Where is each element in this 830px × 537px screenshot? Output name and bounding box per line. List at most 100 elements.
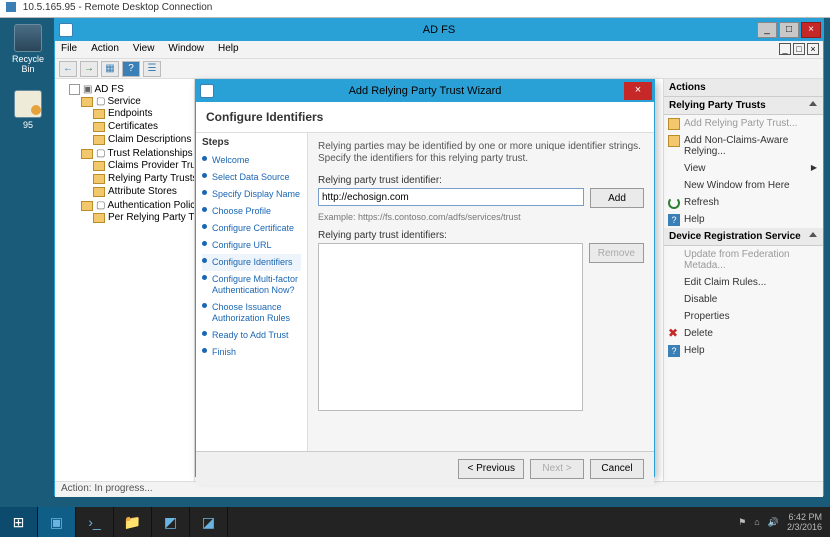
nav-fwd-button[interactable]: → bbox=[80, 61, 98, 77]
identifier-input[interactable] bbox=[318, 188, 584, 206]
desktop-mail-shortcut[interactable]: 95 bbox=[6, 90, 50, 130]
recycle-bin-label: Recycle Bin bbox=[6, 54, 50, 74]
step-welcome[interactable]: Welcome bbox=[202, 152, 301, 169]
minimize-button[interactable]: _ bbox=[757, 22, 777, 38]
delete-icon: ✖ bbox=[668, 328, 680, 340]
taskbar: ⊞ ▣ ›_ 📁 ◩ ◪ ⚑ ⌂ 🔊 6:42 PM 2/3/2016 bbox=[0, 507, 830, 537]
wizard-heading: Configure Identifiers bbox=[196, 102, 654, 133]
clock[interactable]: 6:42 PM 2/3/2016 bbox=[787, 512, 822, 532]
rdp-titlebar: 10.5.165.95 - Remote Desktop Connection bbox=[0, 0, 830, 18]
step-configure-mfa[interactable]: Configure Multi-factor Authentication No… bbox=[202, 271, 301, 299]
step-select-data-source[interactable]: Select Data Source bbox=[202, 169, 301, 186]
menu-view[interactable]: View bbox=[133, 43, 155, 56]
help-icon: ? bbox=[668, 345, 680, 357]
toolbar-list-button[interactable]: ☰ bbox=[143, 61, 161, 77]
action-view[interactable]: View bbox=[664, 160, 823, 177]
taskbar-powershell[interactable]: ›_ bbox=[76, 507, 114, 537]
step-configure-identifiers[interactable]: Configure Identifiers bbox=[202, 254, 301, 271]
tree-per-rp[interactable]: Per Relying Party Trust bbox=[108, 212, 195, 223]
taskbar-app2[interactable]: ◪ bbox=[190, 507, 228, 537]
wizard-main-pane: Relying parties may be identified by one… bbox=[308, 133, 654, 451]
action-properties[interactable]: Properties bbox=[664, 308, 823, 325]
add-button[interactable]: Add bbox=[590, 188, 644, 208]
action-new-window[interactable]: New Window from Here bbox=[664, 177, 823, 194]
step-ready[interactable]: Ready to Add Trust bbox=[202, 327, 301, 344]
menu-window[interactable]: Window bbox=[168, 43, 204, 56]
previous-button[interactable]: < Previous bbox=[458, 459, 524, 479]
tree-trust-rel[interactable]: Trust Relationships bbox=[107, 148, 192, 159]
tree-certificates[interactable]: Certificates bbox=[108, 121, 158, 132]
action-refresh[interactable]: Refresh bbox=[664, 194, 823, 211]
start-button[interactable]: ⊞ bbox=[0, 507, 38, 537]
tree-service[interactable]: Service bbox=[107, 96, 140, 107]
step-display-name[interactable]: Specify Display Name bbox=[202, 186, 301, 203]
action-add-non-claims[interactable]: Add Non-Claims-Aware Relying... bbox=[664, 132, 823, 160]
action-help2[interactable]: ?Help bbox=[664, 342, 823, 359]
toolbar: ← → ▦ ? ☰ bbox=[55, 59, 823, 79]
action-update-fed[interactable]: Update from Federation Metada... bbox=[664, 246, 823, 274]
step-choose-profile[interactable]: Choose Profile bbox=[202, 203, 301, 220]
adfs-app-icon bbox=[59, 23, 73, 37]
tree-attribute-stores[interactable]: Attribute Stores bbox=[108, 186, 177, 197]
tree-relying-party[interactable]: Relying Party Trusts bbox=[108, 173, 195, 184]
tray-flag-icon[interactable]: ⚑ bbox=[738, 517, 746, 528]
rdp-icon bbox=[6, 2, 16, 12]
cancel-button[interactable]: Cancel bbox=[590, 459, 644, 479]
child-min-button[interactable]: _ bbox=[779, 43, 791, 55]
taskbar-app1[interactable]: ◩ bbox=[152, 507, 190, 537]
menu-help[interactable]: Help bbox=[218, 43, 239, 56]
mail-icon bbox=[14, 90, 42, 118]
action-disable[interactable]: Disable bbox=[664, 291, 823, 308]
clock-time: 6:42 PM bbox=[787, 512, 822, 522]
tray-sound-icon[interactable]: 🔊 bbox=[768, 517, 779, 528]
toolbar-help-button[interactable]: ? bbox=[122, 61, 140, 77]
actions-drs-header: Device Registration Service bbox=[664, 228, 823, 246]
tree-root[interactable]: AD FS bbox=[94, 84, 123, 95]
recycle-bin[interactable]: Recycle Bin bbox=[6, 24, 50, 74]
menu-action[interactable]: Action bbox=[91, 43, 119, 56]
action-add-rp[interactable]: Add Relying Party Trust... bbox=[664, 115, 823, 132]
remove-button[interactable]: Remove bbox=[589, 243, 644, 263]
wizard-close-button[interactable]: × bbox=[624, 82, 652, 100]
steps-label: Steps bbox=[202, 137, 301, 148]
tree-pane[interactable]: ▣AD FS ▢Service Endpoints Certificates C… bbox=[55, 79, 195, 481]
adfs-console-window: AD FS _ □ × File Action View Window Help… bbox=[54, 18, 824, 496]
menu-file[interactable]: File bbox=[61, 43, 77, 56]
maximize-button[interactable]: □ bbox=[779, 22, 799, 38]
child-restore-button[interactable]: □ bbox=[793, 43, 805, 55]
folder-icon bbox=[668, 118, 680, 130]
tray-network-icon[interactable]: ⌂ bbox=[754, 517, 759, 527]
next-button[interactable]: Next > bbox=[530, 459, 584, 479]
action-delete[interactable]: ✖Delete bbox=[664, 325, 823, 342]
adfs-titlebar[interactable]: AD FS _ □ × bbox=[55, 19, 823, 41]
tree-claims-provider[interactable]: Claims Provider Trusts bbox=[108, 160, 195, 171]
step-finish[interactable]: Finish bbox=[202, 344, 301, 361]
identifiers-listbox[interactable] bbox=[318, 243, 583, 411]
identifier-example: Example: https://fs.contoso.com/adfs/ser… bbox=[318, 212, 644, 222]
toolbar-folder-button[interactable]: ▦ bbox=[101, 61, 119, 77]
wizard-description: Relying parties may be identified by one… bbox=[318, 141, 644, 165]
child-close-button[interactable]: × bbox=[807, 43, 819, 55]
step-choose-auth-rules[interactable]: Choose Issuance Authorization Rules bbox=[202, 299, 301, 327]
action-edit-claim[interactable]: Edit Claim Rules... bbox=[664, 274, 823, 291]
action-help[interactable]: ?Help bbox=[664, 211, 823, 228]
system-tray[interactable]: ⚑ ⌂ 🔊 6:42 PM 2/3/2016 bbox=[730, 512, 830, 532]
tree-auth-policies[interactable]: Authentication Policies bbox=[107, 200, 195, 211]
step-configure-url[interactable]: Configure URL bbox=[202, 237, 301, 254]
taskbar-explorer[interactable]: 📁 bbox=[114, 507, 152, 537]
collapse-icon[interactable] bbox=[809, 101, 817, 106]
tree-claimdesc[interactable]: Claim Descriptions bbox=[108, 134, 191, 145]
close-button[interactable]: × bbox=[801, 22, 821, 38]
tree-endpoints[interactable]: Endpoints bbox=[108, 108, 152, 119]
nav-back-button[interactable]: ← bbox=[59, 61, 77, 77]
actions-rpt-header: Relying Party Trusts bbox=[664, 97, 823, 115]
clock-date: 2/3/2016 bbox=[787, 522, 822, 532]
wizard-titlebar[interactable]: Add Relying Party Trust Wizard × bbox=[196, 80, 654, 102]
wizard-steps-pane: Steps Welcome Select Data Source Specify… bbox=[196, 133, 308, 451]
mail-label: 95 bbox=[6, 120, 50, 130]
center-pane: Add Relying Party Trust Wizard × Configu… bbox=[195, 79, 663, 481]
taskbar-server-manager[interactable]: ▣ bbox=[38, 507, 76, 537]
actions-pane: Actions Relying Party Trusts Add Relying… bbox=[663, 79, 823, 481]
collapse-icon[interactable] bbox=[809, 232, 817, 237]
step-configure-certificate[interactable]: Configure Certificate bbox=[202, 220, 301, 237]
